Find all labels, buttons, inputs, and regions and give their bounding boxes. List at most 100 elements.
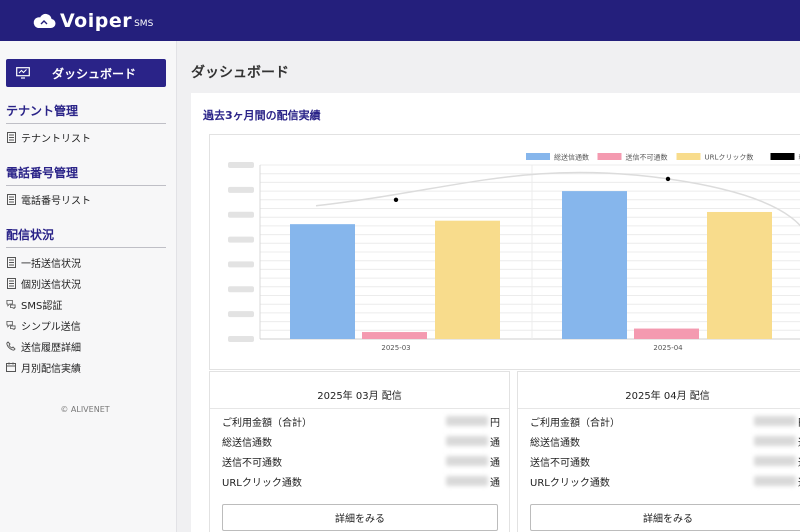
bar-0: [562, 191, 627, 339]
card-row: 総送信通数通: [222, 434, 500, 449]
bar-2: [435, 220, 500, 339]
brand-name: Voiper: [60, 9, 133, 32]
line-point: [665, 176, 671, 182]
monitor-icon: [16, 67, 30, 79]
divider: [6, 123, 166, 124]
card-row: ご利用金額（合計） 円: [222, 414, 500, 429]
divider: [6, 247, 166, 248]
sidebar-item-label: 個別送信状況: [21, 279, 81, 291]
sidebar-item-monthly[interactable]: 月別配信実績: [6, 359, 81, 375]
divider: [518, 408, 800, 409]
y-tick-label-redacted: [228, 236, 254, 243]
x-tick-label: 2025-04: [653, 344, 683, 352]
sidebar-item-label: シンプル送信: [21, 321, 81, 333]
month-card: 2025年 03月 配信 ご利用金額（合計）円 総送信通数通 送信不可通数通 U…: [209, 371, 510, 532]
y-tick-label-redacted: [228, 336, 254, 342]
card-row: 送信不可通数通: [530, 454, 800, 469]
row-label: ご利用金額（合計）: [530, 418, 620, 429]
legend-swatch: [770, 153, 795, 160]
bar-1: [362, 332, 427, 339]
redacted-value: [754, 456, 796, 466]
sidebar: ダッシュボード テナント管理 テナントリスト 電話番号管理 電話番号リスト 配信…: [0, 41, 177, 532]
bar-1: [634, 328, 699, 339]
card-row: ご利用金額（合計）円: [530, 414, 800, 429]
row-label: URLクリック通数: [530, 478, 610, 489]
detail-button[interactable]: 詳細をみる: [530, 504, 800, 531]
chat-icon: [6, 299, 16, 310]
list-icon: [6, 277, 16, 289]
legend-swatch: [676, 153, 701, 160]
sidebar-item-phone-list[interactable]: 電話番号リスト: [6, 191, 91, 207]
x-tick-label: 2025-03: [381, 344, 410, 352]
redacted-value: [754, 476, 796, 486]
month-card: 2025年 04月 配信 ご利用金額（合計）円 総送信通数通 送信不可通数通 U…: [517, 371, 800, 532]
section-title-tenant: テナント管理: [6, 104, 79, 118]
row-label: 総送信通数: [530, 438, 580, 449]
card-row: URLクリック通数通: [530, 474, 800, 489]
sidebar-item-label: SMS認証: [21, 300, 63, 312]
copyright: © ALIVENET: [60, 405, 110, 414]
app-logo[interactable]: Voiper SMS: [32, 10, 153, 32]
legend-label: 総送信通数: [554, 153, 589, 162]
sidebar-item-bulk-status[interactable]: 一括送信状況: [6, 254, 81, 270]
row-label: URLクリック通数: [222, 478, 302, 489]
sidebar-item-simple-send[interactable]: シンプル送信: [6, 317, 81, 333]
card-title: 2025年 04月 配信: [625, 391, 710, 402]
redacted-value: [446, 436, 488, 446]
cloud-icon: [33, 13, 56, 28]
line-point: [393, 197, 399, 202]
sidebar-item-label: テナントリスト: [21, 133, 91, 145]
panel-title: 過去3ヶ月間の配信実績: [203, 109, 321, 122]
detail-button[interactable]: 詳細をみる: [222, 504, 498, 531]
y-tick-label-redacted: [228, 286, 254, 293]
chat-icon: [6, 320, 16, 331]
section-title-delivery: 配信状況: [6, 228, 55, 242]
page-title: ダッシュボード: [191, 65, 289, 81]
y-tick-label-redacted: [228, 311, 254, 318]
card-title: 2025年 03月 配信: [317, 391, 402, 402]
divider: [210, 408, 509, 409]
legend-swatch: [597, 153, 622, 160]
redacted-value: [446, 476, 488, 486]
y-tick-label-redacted: [228, 162, 254, 168]
legend-label: 送信不可通数: [626, 153, 668, 162]
sidebar-item-history[interactable]: 送信履歴詳細: [6, 338, 81, 354]
sidebar-item-label: 電話番号リスト: [21, 195, 91, 207]
sidebar-item-label: ダッシュボード: [52, 66, 137, 81]
legend-swatch: [526, 153, 550, 160]
brand-sub: SMS: [134, 18, 154, 29]
sidebar-item-dashboard[interactable]: ダッシュボード: [6, 59, 166, 87]
redacted-value: [446, 456, 488, 466]
y-tick-label-redacted: [228, 186, 254, 193]
row-unit: 円: [490, 418, 500, 429]
redacted-value: [446, 416, 488, 426]
row-label: 送信不可通数: [530, 458, 590, 469]
bar-2: [707, 211, 772, 339]
sidebar-item-sms-auth[interactable]: SMS認証: [6, 296, 62, 312]
section-title-phone: 電話番号管理: [6, 166, 79, 180]
app-header: Voiper SMS: [0, 0, 800, 41]
calendar-icon: [6, 362, 16, 373]
row-unit: 通: [490, 478, 500, 489]
card-row: URLクリック通数 通: [222, 474, 500, 489]
chart-container: 2025-032025-04総送信通数送信不可通数URLクリック数料金: [209, 134, 800, 370]
sidebar-item-label: 送信履歴詳細: [21, 342, 81, 354]
row-unit: 通: [490, 458, 500, 469]
phone-icon: [6, 341, 16, 352]
redacted-value: [754, 416, 796, 426]
bar-0: [290, 224, 355, 339]
row-label: ご利用金額（合計）: [222, 418, 312, 429]
list-icon: [6, 256, 16, 268]
sidebar-item-individual-status[interactable]: 個別送信状況: [6, 275, 81, 291]
sidebar-item-label: 月別配信実績: [21, 363, 81, 375]
y-tick-label-redacted: [228, 261, 254, 268]
sidebar-item-tenant-list[interactable]: テナントリスト: [6, 129, 91, 145]
row-label: 送信不可通数: [222, 458, 282, 469]
sidebar-item-label: 一括送信状況: [21, 258, 81, 270]
delivery-chart: 2025-032025-04総送信通数送信不可通数URLクリック数料金: [228, 153, 800, 352]
legend-label: URLクリック数: [705, 153, 754, 162]
row-label: 総送信通数: [222, 438, 272, 449]
card-row: 総送信通数通: [530, 434, 800, 449]
list-icon: [6, 131, 16, 143]
card-row: 送信不可通数 通: [222, 454, 500, 469]
